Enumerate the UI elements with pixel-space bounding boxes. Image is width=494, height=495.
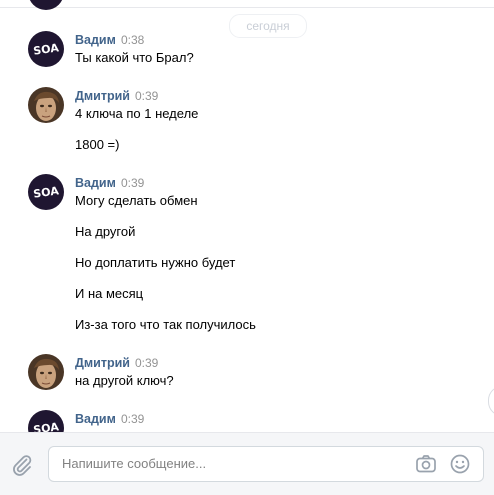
message-text: Но доплатить нужно будет bbox=[75, 255, 236, 270]
message-composer: Напишите сообщение... bbox=[0, 432, 494, 495]
date-separator: сегодня bbox=[229, 14, 307, 38]
avatar[interactable]: SOA bbox=[28, 410, 64, 432]
message-time[interactable]: 0:39 bbox=[135, 356, 158, 370]
avatar[interactable]: SOA bbox=[28, 31, 64, 67]
svg-text:SOA: SOA bbox=[33, 420, 61, 432]
message-input[interactable]: Напишите сообщение... bbox=[48, 446, 484, 482]
message-time[interactable]: 0:38 bbox=[121, 33, 144, 47]
avatar[interactable] bbox=[28, 354, 64, 390]
message-text: 1800 =) bbox=[75, 137, 120, 152]
message-time[interactable]: 0:39 bbox=[121, 412, 144, 426]
paperclip-icon[interactable] bbox=[10, 453, 34, 477]
author-name[interactable]: Вадим bbox=[75, 176, 116, 190]
author-name[interactable]: Вадим bbox=[75, 33, 116, 47]
message-time[interactable]: 0:39 bbox=[121, 176, 144, 190]
author-name[interactable]: Дмитрий bbox=[75, 356, 130, 370]
message-text: На другой bbox=[75, 224, 136, 239]
scroll-down-button[interactable] bbox=[488, 386, 494, 416]
message-text: 4 ключа по 1 неделе bbox=[75, 106, 199, 121]
message-time[interactable]: 0:39 bbox=[135, 89, 158, 103]
message-text: Из-за того что так получилось bbox=[75, 317, 256, 332]
svg-text:SOA: SOA bbox=[33, 41, 61, 57]
message-text: Ты какой что Брал? bbox=[75, 50, 194, 65]
top-divider bbox=[0, 7, 494, 8]
message-input-placeholder[interactable]: Напишите сообщение... bbox=[62, 456, 206, 471]
smile-icon[interactable] bbox=[449, 453, 471, 475]
author-name[interactable]: Вадим bbox=[75, 412, 116, 426]
camera-icon[interactable] bbox=[415, 453, 437, 475]
message-text: И на месяц bbox=[75, 286, 144, 301]
avatar[interactable]: SOA bbox=[28, 174, 64, 210]
avatar[interactable] bbox=[28, 87, 64, 123]
svg-text:SOA: SOA bbox=[33, 184, 61, 200]
avatar[interactable] bbox=[28, 0, 64, 10]
message-text: Могу сделать обмен bbox=[75, 193, 198, 208]
message-text: на другой ключ? bbox=[75, 373, 174, 388]
author-name[interactable]: Дмитрий bbox=[75, 89, 130, 103]
chat-history[interactable]: сегодня SOA Вадим 0:38 Ты какой что Брал… bbox=[0, 0, 494, 432]
